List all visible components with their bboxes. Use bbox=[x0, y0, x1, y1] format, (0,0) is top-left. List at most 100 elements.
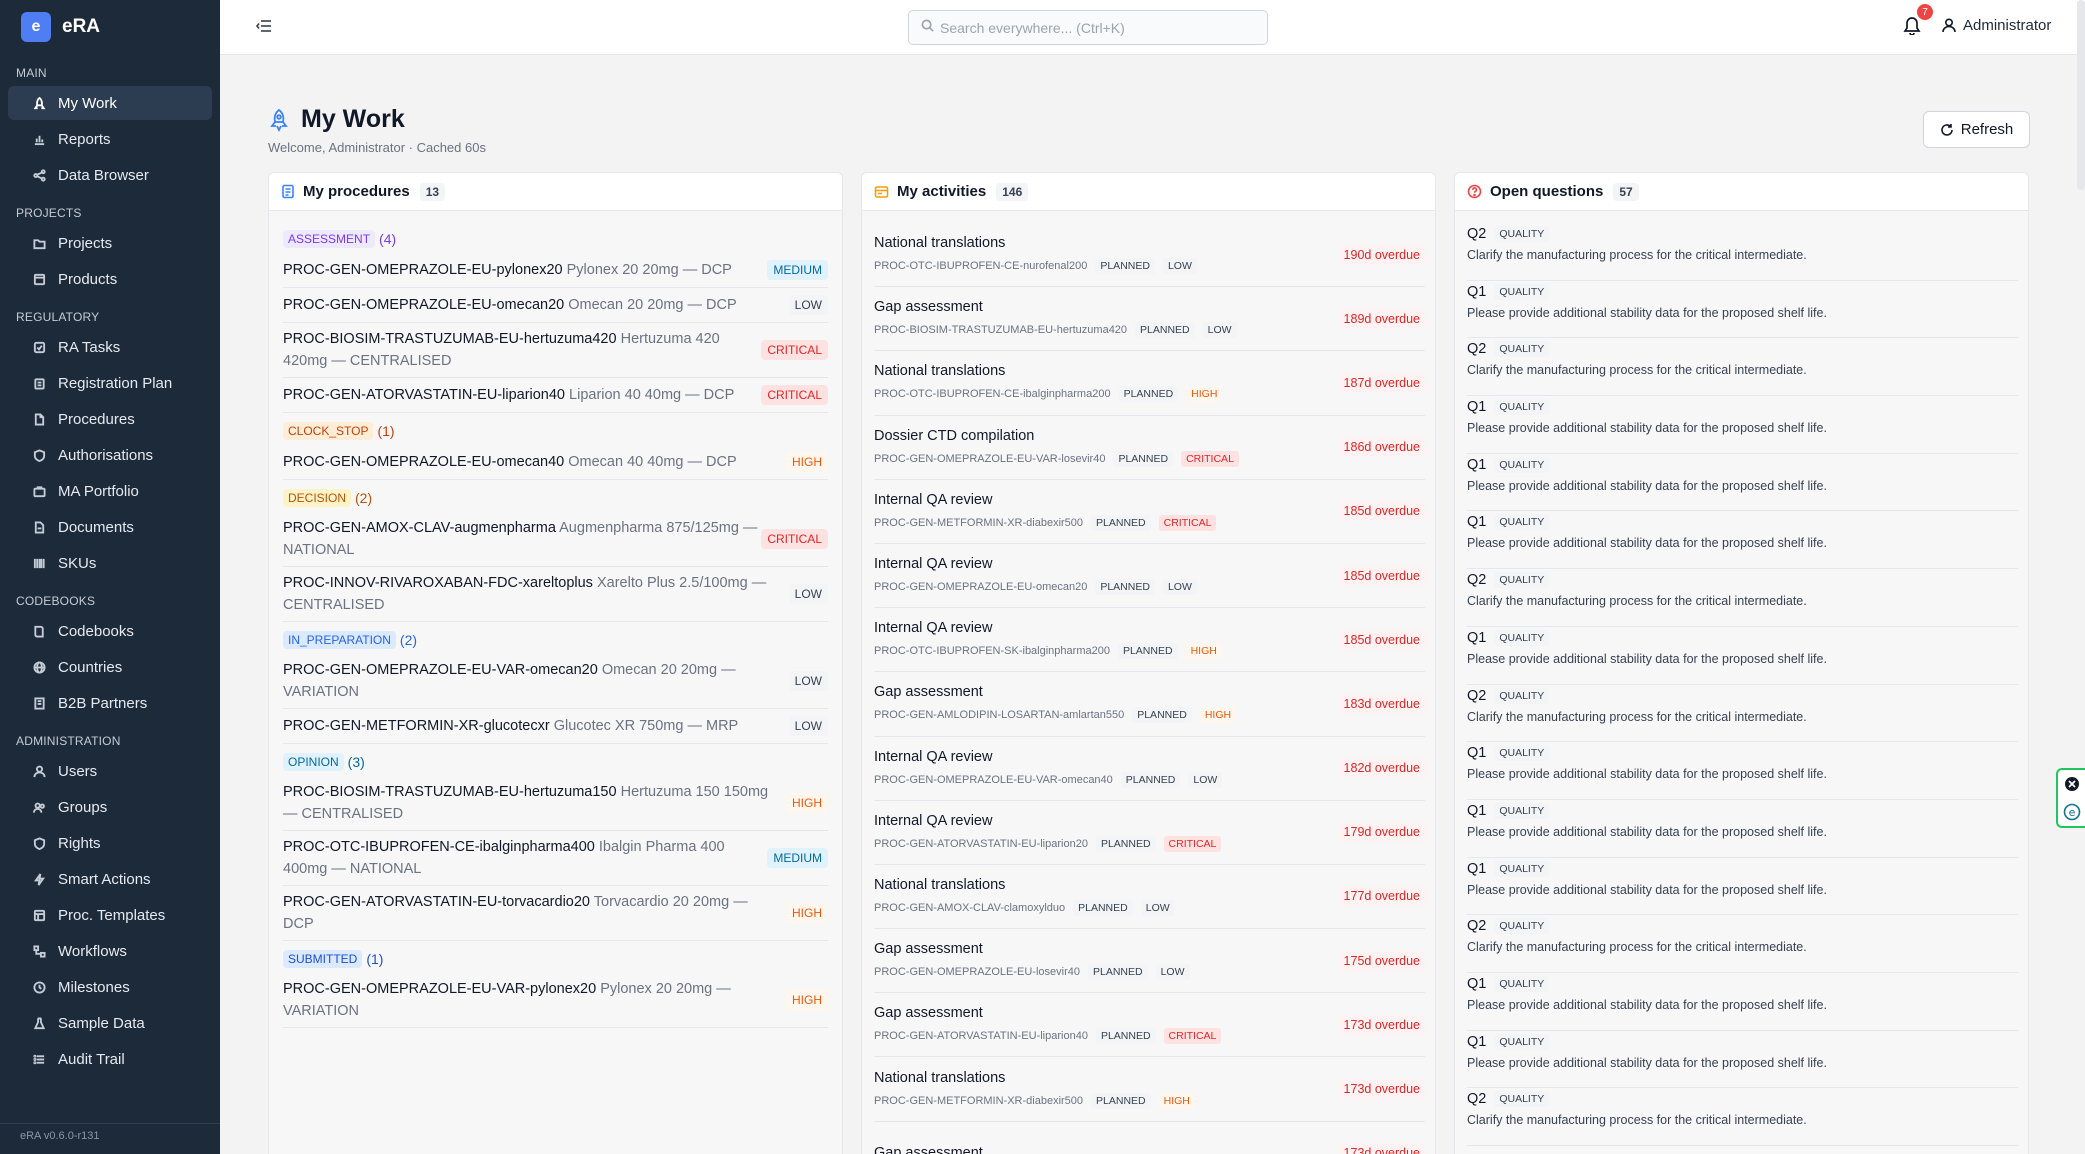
questions-list: Q2 QUALITY Clarify the manufacturing proce… bbox=[1455, 211, 2028, 1146]
procedure-row[interactable]: PROC-GEN-OMEPRAZOLE-EU-VAR-omecan20 Omec… bbox=[283, 654, 828, 709]
question-row[interactable]: Q2 QUALITY Clarify the manufacturing proce… bbox=[1467, 223, 2018, 281]
sidebar-item-ra-tasks[interactable]: RA Tasks bbox=[8, 330, 212, 364]
question-row[interactable]: Q2 QUALITY Clarify the manufacturing proce… bbox=[1467, 1088, 2018, 1146]
search-input[interactable] bbox=[940, 19, 1240, 36]
sidebar-item-rights[interactable]: Rights bbox=[8, 826, 212, 860]
activity-row[interactable]: Gap assessment PROC-GEN-ATORVASTATIN-EU-l… bbox=[874, 993, 1425, 1058]
sidebar-section-projects: PROJECTS bbox=[16, 206, 82, 220]
activity-procedure-code: PROC-GEN-METFORMIN-XR-diabexir500 bbox=[874, 516, 1084, 529]
procedure-row[interactable]: PROC-GEN-METFORMIN-XR-glucotecxr Glucote… bbox=[283, 709, 828, 744]
procedure-group-assessment[interactable]: ASSESSMENT (4) bbox=[283, 229, 828, 249]
activity-row[interactable]: National translations PROC-OTC-IBUPROFEN-… bbox=[874, 351, 1425, 416]
activity-row[interactable]: Gap assessment PROC-BIOSIM-TRASTUZUMAB-EU… bbox=[874, 287, 1425, 352]
question-row[interactable]: Q2 QUALITY Clarify the manufacturing proce… bbox=[1467, 338, 2018, 397]
sidebar-item-proc-templates[interactable]: Proc. Templates bbox=[8, 898, 212, 932]
procedure-row[interactable]: PROC-BIOSIM-TRASTUZUMAB-EU-hertuzuma420 … bbox=[283, 323, 828, 378]
refresh-button[interactable]: Refresh bbox=[1923, 111, 2030, 148]
menu-toggle-icon[interactable] bbox=[255, 17, 275, 37]
app-version: eRA v0.6.0-r131 bbox=[20, 1130, 100, 1142]
question-row[interactable]: Q1 QUALITY Please provide additional stabi… bbox=[1467, 627, 2018, 685]
sidebar-item-workflows[interactable]: Workflows bbox=[8, 934, 212, 968]
question-id: Q1 bbox=[1467, 629, 1487, 646]
activity-row[interactable]: National translations PROC-GEN-METFORMIN-… bbox=[874, 1057, 1425, 1122]
sidebar-item-projects[interactable]: Projects bbox=[8, 226, 212, 260]
search-icon bbox=[921, 19, 934, 37]
procedure-row[interactable]: PROC-GEN-OMEPRAZOLE-EU-pylonex20 Pylonex… bbox=[283, 253, 828, 288]
sidebar-item-smart-actions[interactable]: Smart Actions bbox=[8, 862, 212, 896]
sidebar-item-skus[interactable]: SKUs bbox=[8, 546, 212, 580]
sidebar-item-procedures[interactable]: Procedures bbox=[8, 402, 212, 436]
activity-row[interactable]: National translations PROC-GEN-AMOX-CLAV-… bbox=[874, 865, 1425, 930]
procedure-group-in-preparation[interactable]: IN_PREPARATION (2) bbox=[283, 630, 828, 650]
close-icon[interactable] bbox=[2064, 776, 2080, 792]
procedure-row[interactable]: PROC-BIOSIM-TRASTUZUMAB-EU-hertuzuma150 … bbox=[283, 776, 828, 831]
sidebar-item-users[interactable]: Users bbox=[8, 754, 212, 788]
procedure-group-clock-stop[interactable]: CLOCK_STOP (1) bbox=[283, 421, 828, 441]
question-text: Clarify the manufacturing process for th… bbox=[1467, 940, 1807, 955]
assistant-icon[interactable]: e bbox=[2063, 803, 2081, 821]
activity-row[interactable]: Gap assessment PROC-GEN-AMLODIPIN-LOSARTA… bbox=[874, 672, 1425, 737]
activity-procedure-code: PROC-GEN-METFORMIN-XR-diabexir500 bbox=[874, 1094, 1084, 1107]
activity-row[interactable]: Internal QA review PROC-OTC-IBUPROFEN-SK-… bbox=[874, 608, 1425, 673]
question-header: Q1 QUALITY bbox=[1467, 399, 2018, 416]
activity-row[interactable]: Internal QA review PROC-GEN-ATORVASTATIN-… bbox=[874, 801, 1425, 865]
question-row[interactable]: Q1 QUALITY Please provide additional stabi… bbox=[1467, 1031, 2018, 1089]
procedure-group-decision[interactable]: DECISION (2) bbox=[283, 488, 828, 508]
sidebar-item-reports[interactable]: Reports bbox=[8, 122, 212, 156]
procedure-row[interactable]: PROC-GEN-OMEPRAZOLE-EU-VAR-pylonex20 Pyl… bbox=[283, 973, 828, 1028]
question-row[interactable]: Q1 QUALITY Please provide additional stabi… bbox=[1467, 858, 2018, 916]
users-icon bbox=[32, 800, 46, 814]
procedure-row[interactable]: PROC-GEN-OMEPRAZOLE-EU-omecan40 Omecan 4… bbox=[283, 445, 828, 480]
procedure-row[interactable]: PROC-GEN-AMOX-CLAV-augmenpharma Augmenph… bbox=[283, 512, 828, 567]
sidebar-item-b2b-partners[interactable]: B2B Partners bbox=[8, 686, 212, 720]
question-row[interactable]: Q2 QUALITY Clarify the manufacturing proce… bbox=[1467, 569, 2018, 627]
question-row[interactable]: Q2 QUALITY Clarify the manufacturing proce… bbox=[1467, 685, 2018, 743]
question-row[interactable]: Q1 QUALITY Please provide additional stabi… bbox=[1467, 281, 2018, 339]
activity-row[interactable]: Internal QA review PROC-GEN-OMEPRAZOLE-EU… bbox=[874, 544, 1425, 609]
procedure-row[interactable]: PROC-GEN-ATORVASTATIN-EU-torvacardio20 T… bbox=[283, 886, 828, 941]
procedure-row[interactable]: PROC-GEN-ATORVASTATIN-EU-liparion40 Lipa… bbox=[283, 378, 828, 413]
procedure-group-submitted[interactable]: SUBMITTED (1) bbox=[283, 949, 828, 969]
question-row[interactable]: Q1 QUALITY Please provide additional stabi… bbox=[1467, 454, 2018, 512]
sidebar-item-codebooks[interactable]: Codebooks bbox=[8, 614, 212, 648]
question-row[interactable]: Q2 QUALITY Clarify the manufacturing proce… bbox=[1467, 915, 2018, 973]
sidebar-item-data-browser[interactable]: Data Browser bbox=[8, 158, 212, 192]
procedure-row[interactable]: PROC-GEN-OMEPRAZOLE-EU-omecan20 Omecan 2… bbox=[283, 288, 828, 323]
sidebar-item-audit-trail[interactable]: Audit Trail bbox=[8, 1042, 212, 1076]
activity-row[interactable]: Internal QA review PROC-GEN-METFORMIN-XR-… bbox=[874, 480, 1425, 544]
sidebar-item-products[interactable]: Products bbox=[8, 262, 212, 296]
sidebar-item-my-work[interactable]: My Work bbox=[8, 86, 212, 120]
activity-title: Gap assessment bbox=[874, 1005, 983, 1022]
question-row[interactable]: Q1 QUALITY Please provide additional stabi… bbox=[1467, 973, 2018, 1031]
activity-title: Dossier CTD compilation bbox=[874, 427, 1035, 444]
question-row[interactable]: Q1 QUALITY Please provide additional stabi… bbox=[1467, 396, 2018, 454]
sidebar-item-countries[interactable]: Countries bbox=[8, 650, 212, 684]
sidebar-item-authorisations[interactable]: Authorisations bbox=[8, 438, 212, 472]
sidebar-item-groups[interactable]: Groups bbox=[8, 790, 212, 824]
question-row[interactable]: Q1 QUALITY Please provide additional stabi… bbox=[1467, 511, 2018, 570]
sidebar-item-ma-portfolio[interactable]: MA Portfolio bbox=[8, 474, 212, 508]
brand[interactable]: e eRA bbox=[0, 0, 220, 54]
sidebar-item-documents[interactable]: Documents bbox=[8, 510, 212, 544]
procedure-group-opinion[interactable]: OPINION (3) bbox=[283, 752, 828, 772]
global-search[interactable] bbox=[908, 10, 1268, 45]
activity-meta: PROC-GEN-METFORMIN-XR-diabexir500 PLANNED… bbox=[874, 1092, 1195, 1109]
floating-widget[interactable]: e bbox=[2056, 768, 2085, 828]
sidebar-item-sample-data[interactable]: Sample Data bbox=[8, 1006, 212, 1040]
activity-row[interactable]: National translations PROC-OTC-IBUPROFEN-… bbox=[874, 223, 1425, 288]
sidebar-item-milestones[interactable]: Milestones bbox=[8, 970, 212, 1004]
question-row[interactable]: Q1 QUALITY Please provide additional stabi… bbox=[1467, 800, 2018, 858]
question-row[interactable]: Q1 QUALITY Please provide additional stabi… bbox=[1467, 742, 2018, 800]
procedure-row[interactable]: PROC-OTC-IBUPROFEN-CE-ibalginpharma400 I… bbox=[283, 831, 828, 886]
procedure-row[interactable]: PROC-INNOV-RIVAROXABAN-FDC-xareltoplus X… bbox=[283, 567, 828, 622]
activity-row[interactable]: Gap assessment 173d overdue bbox=[874, 1122, 1425, 1154]
user-menu[interactable]: Administrator bbox=[1942, 17, 2051, 34]
activity-row[interactable]: Gap assessment PROC-GEN-OMEPRAZOLE-EU-los… bbox=[874, 929, 1425, 994]
activity-row[interactable]: Internal QA review PROC-GEN-OMEPRAZOLE-EU… bbox=[874, 737, 1425, 801]
sidebar-divider bbox=[0, 1123, 220, 1124]
sidebar-item-registration-plan[interactable]: Registration Plan bbox=[8, 366, 212, 400]
question-category-tag: QUALITY bbox=[1494, 514, 1550, 531]
question-category-tag: QUALITY bbox=[1494, 975, 1550, 992]
page-scrollbar[interactable] bbox=[2077, 0, 2085, 190]
activity-row[interactable]: Dossier CTD compilation PROC-GEN-OMEPRAZO… bbox=[874, 416, 1425, 480]
